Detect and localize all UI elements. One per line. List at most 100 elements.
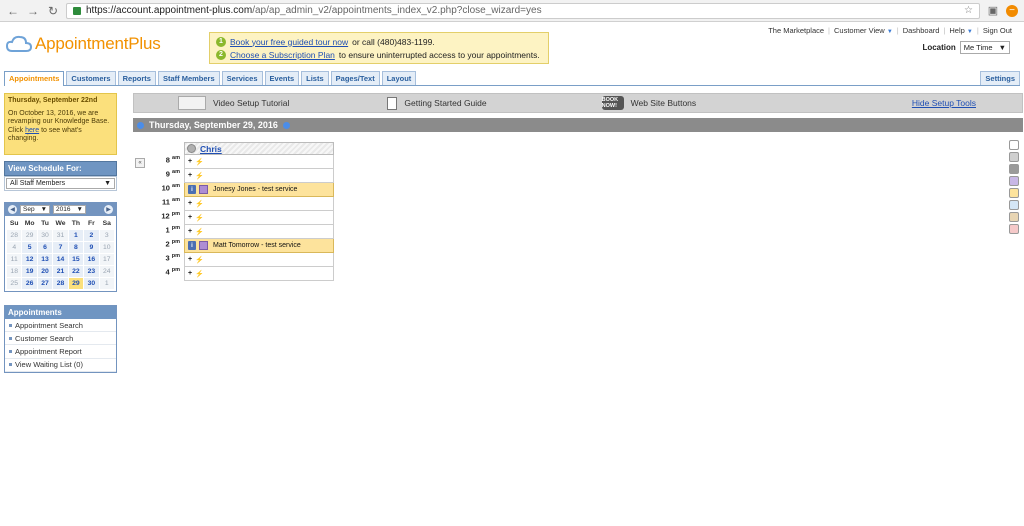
time-slot[interactable]: + ⚡ [184, 225, 334, 239]
calendar-day[interactable]: 4 [7, 242, 22, 253]
block-time-icon[interactable]: ⚡ [195, 158, 204, 166]
add-appointment-icon[interactable]: + [188, 200, 192, 207]
block-time-icon[interactable]: ⚡ [195, 228, 204, 236]
menu-icon[interactable]: − [1006, 4, 1018, 17]
time-slot[interactable]: + ⚡ [184, 197, 334, 211]
block-time-icon[interactable]: ⚡ [195, 200, 204, 208]
calendar-day[interactable]: 30 [37, 230, 53, 241]
calendar-day[interactable]: 6 [37, 242, 53, 253]
calendar-day[interactable]: 31 [53, 230, 68, 241]
calendar-day[interactable]: 14 [53, 254, 68, 265]
help-link[interactable]: Help ▼ [949, 26, 972, 35]
calendar-day[interactable]: 25 [7, 278, 22, 289]
view-waiting-list-link[interactable]: View Waiting List (0) [5, 359, 116, 372]
guided-tour-link[interactable]: Book your free guided tour now [230, 37, 348, 47]
color-swatch[interactable] [1009, 164, 1019, 174]
tab-services[interactable]: Services [221, 71, 263, 85]
next-day-icon[interactable] [282, 121, 290, 129]
tab-pages-text[interactable]: Pages/Text [330, 71, 380, 85]
calendar-day[interactable]: 1 [68, 230, 84, 241]
staff-name-link[interactable]: Chris [200, 144, 222, 154]
customer-view-link[interactable]: Customer View ▼ [834, 26, 893, 35]
calendar-day[interactable]: 21 [53, 266, 68, 277]
staff-select[interactable]: All Staff Members ▼ [6, 178, 115, 189]
appointment-report-link[interactable]: Appointment Report [5, 345, 116, 359]
reload-icon[interactable]: ↻ [46, 4, 60, 18]
time-slot[interactable]: + ⚡ [184, 267, 334, 281]
calendar-day[interactable]: 9 [84, 242, 99, 253]
calendar-day[interactable]: 8 [68, 242, 84, 253]
color-swatch[interactable] [1009, 140, 1019, 150]
calendar-day[interactable]: 13 [37, 254, 53, 265]
add-appointment-icon[interactable]: + [188, 214, 192, 221]
calendar-day[interactable]: 28 [7, 230, 22, 241]
color-swatch[interactable] [1009, 200, 1019, 210]
gear-icon[interactable] [187, 144, 196, 153]
hide-setup-tools-link[interactable]: Hide Setup Tools [912, 98, 976, 108]
time-slot[interactable]: + ⚡ [184, 155, 334, 169]
calendar-day[interactable]: 12 [22, 254, 37, 265]
calendar-day[interactable]: 11 [7, 254, 22, 265]
next-month-icon[interactable]: ▶ [104, 205, 113, 214]
calendar-day[interactable]: 22 [68, 266, 84, 277]
info-icon[interactable]: i [188, 185, 196, 194]
customer-search-link[interactable]: Customer Search [5, 332, 116, 346]
dashboard-link[interactable]: Dashboard [903, 26, 940, 35]
calendar-day[interactable]: 20 [37, 266, 53, 277]
back-icon[interactable]: ← [6, 4, 20, 18]
tab-lists[interactable]: Lists [301, 71, 329, 85]
tab-layout[interactable]: Layout [381, 71, 417, 85]
calendar-day[interactable]: 7 [53, 242, 68, 253]
marketplace-link[interactable]: The Marketplace [768, 26, 824, 35]
calendar-day[interactable]: 23 [84, 266, 99, 277]
calendar-day[interactable]: 28 [53, 278, 68, 289]
appointment-search-link[interactable]: Appointment Search [5, 319, 116, 333]
forward-icon[interactable]: → [26, 4, 40, 18]
notice-here-link[interactable]: here [25, 127, 39, 134]
calendar-day[interactable]: 10 [99, 242, 114, 253]
appointment-block[interactable]: i Matt Tomorrow - test service [184, 239, 334, 253]
add-appointment-icon[interactable]: + [188, 256, 192, 263]
add-appointment-icon[interactable]: + [188, 158, 192, 165]
calendar-day[interactable]: 30 [84, 278, 99, 289]
tab-reports[interactable]: Reports [117, 71, 156, 85]
subscription-plan-link[interactable]: Choose a Subscription Plan [230, 50, 335, 60]
prev-day-icon[interactable] [137, 121, 144, 129]
add-appointment-icon[interactable]: + [188, 270, 192, 277]
calendar-day[interactable]: 26 [22, 278, 37, 289]
calendar-day[interactable]: 24 [99, 266, 114, 277]
sign-out-link[interactable]: Sign Out [983, 26, 1012, 35]
calendar-day[interactable]: 18 [7, 266, 22, 277]
tab-appointments[interactable]: Appointments [4, 71, 65, 86]
block-time-icon[interactable]: ⚡ [195, 270, 204, 278]
time-slot[interactable]: + ⚡ [184, 211, 334, 225]
block-time-icon[interactable]: ⚡ [195, 214, 204, 222]
tab-staff-members[interactable]: Staff Members [157, 71, 220, 85]
video-setup-item[interactable]: Video Setup Tutorial [178, 96, 289, 110]
calendar-day[interactable]: 19 [22, 266, 37, 277]
block-time-icon[interactable]: ⚡ [195, 172, 204, 180]
calendar-day[interactable]: 5 [22, 242, 37, 253]
calendar-day[interactable]: 3 [99, 230, 114, 241]
color-swatch[interactable] [1009, 176, 1019, 186]
logo[interactable]: AppointmentPlus [6, 34, 161, 54]
collapse-sidebar-icon[interactable]: « [135, 158, 145, 168]
address-bar[interactable]: https://account.appointment-plus.com/ap/… [66, 2, 980, 19]
prev-month-icon[interactable]: ◀ [8, 205, 17, 214]
tab-customers[interactable]: Customers [66, 71, 116, 85]
color-swatch[interactable] [1009, 152, 1019, 162]
add-appointment-icon[interactable]: + [188, 172, 192, 179]
color-swatch[interactable] [1009, 212, 1019, 222]
calendar-day[interactable]: 2 [84, 230, 99, 241]
month-select[interactable]: Sep ▼ [20, 205, 51, 214]
tab-settings[interactable]: Settings [980, 71, 1020, 85]
cast-icon[interactable]: ▣ [986, 4, 1000, 17]
year-select[interactable]: 2016 ▼ [53, 205, 86, 214]
location-select[interactable]: Me Time ▼ [959, 41, 1010, 54]
calendar-day[interactable]: 29 [22, 230, 37, 241]
time-slot[interactable]: + ⚡ [184, 253, 334, 267]
color-swatch[interactable] [1009, 224, 1019, 234]
calendar-day[interactable]: 1 [99, 278, 114, 289]
time-slot[interactable]: + ⚡ [184, 169, 334, 183]
info-icon[interactable]: i [188, 241, 196, 250]
